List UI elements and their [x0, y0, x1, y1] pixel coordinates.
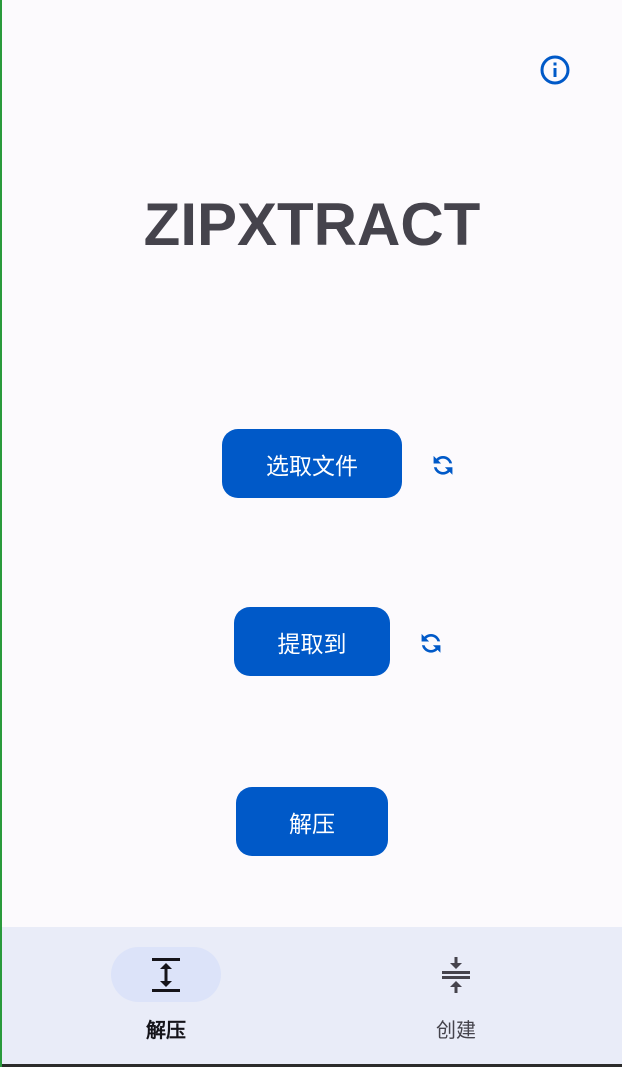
nav-item-create[interactable]: 创建 — [376, 947, 536, 1043]
select-file-refresh-button[interactable] — [423, 444, 463, 484]
app-screen: ZIPXTRACT 选取文件 提取到 解压 解压 创建 — [0, 0, 622, 1067]
info-circle-icon — [540, 55, 570, 85]
nav-icon-container — [401, 947, 511, 1002]
sync-icon — [421, 633, 441, 653]
extract-button[interactable]: 解压 — [236, 787, 388, 856]
compress-vertical-icon — [442, 956, 470, 993]
info-button[interactable] — [536, 51, 574, 89]
extract-to-refresh-button[interactable] — [411, 622, 451, 662]
select-file-button[interactable]: 选取文件 — [222, 429, 402, 498]
bottom-navigation: 解压 创建 — [2, 927, 622, 1067]
extract-to-row: 提取到 — [2, 607, 622, 676]
expand-vertical-icon — [152, 957, 180, 992]
nav-item-extract[interactable]: 解压 — [86, 947, 246, 1043]
extract-row: 解压 — [2, 787, 622, 856]
nav-active-indicator — [111, 947, 221, 1002]
extract-to-button[interactable]: 提取到 — [234, 607, 390, 676]
sync-icon — [433, 455, 453, 475]
app-title: ZIPXTRACT — [143, 191, 481, 258]
select-file-row: 选取文件 — [2, 429, 622, 498]
nav-label-extract: 解压 — [146, 1018, 186, 1042]
nav-label-create: 创建 — [436, 1018, 476, 1042]
